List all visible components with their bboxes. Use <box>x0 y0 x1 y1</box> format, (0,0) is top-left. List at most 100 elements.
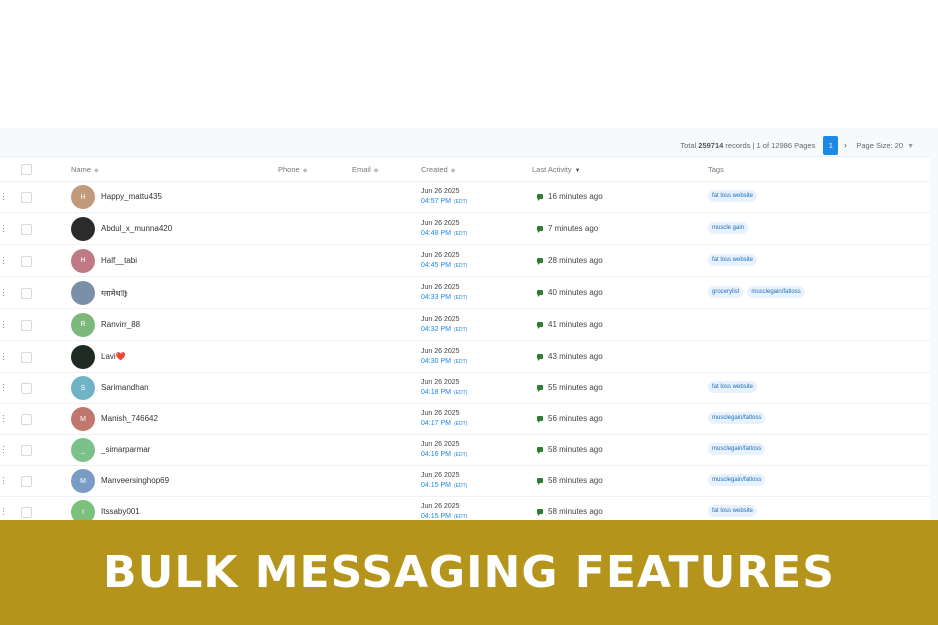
message-icon <box>537 416 543 423</box>
row-checkbox[interactable] <box>21 351 32 363</box>
contact-name[interactable]: Half__tabi <box>101 256 137 265</box>
contact-name[interactable]: Itssaby001 <box>101 507 140 516</box>
contact-name[interactable]: Lavi❤️ <box>101 352 126 361</box>
row-checkbox[interactable] <box>21 255 32 267</box>
contacts-table: Name ◆ Phone ◆ Email ◆ Created ◆ Last Activi… <box>0 156 930 520</box>
select-all-checkbox[interactable] <box>21 164 32 175</box>
message-icon <box>537 225 543 233</box>
kebab-menu-icon[interactable]: · · · <box>2 505 5 519</box>
tag-chip[interactable]: musclegain/fatloss <box>708 443 766 455</box>
avatar: _ <box>71 438 95 462</box>
table-body: · · · H Happy_mattu435 Jun 26 2025 04:57 P… <box>0 182 930 520</box>
column-header-email[interactable]: Email ◆ <box>352 165 378 174</box>
avatar: H <box>71 248 95 273</box>
row-checkbox[interactable] <box>21 287 32 299</box>
created-datetime: Jun 26 2025 04:32 PM (EDT) <box>421 315 468 333</box>
column-header-phone[interactable]: Phone ◆ <box>278 165 307 174</box>
table-row[interactable]: · · · _ _simarparmar Jun 26 2025 04:16 PM(… <box>0 435 930 466</box>
kebab-menu-icon[interactable]: · · · <box>2 190 5 204</box>
table-row[interactable]: · · · S Sarimandhan Jun 26 2025 04:18 PM (E… <box>0 373 930 404</box>
tags-cell: fat loss website <box>708 253 758 266</box>
kebab-menu-icon[interactable]: · · · <box>2 349 5 363</box>
row-checkbox[interactable] <box>21 414 32 425</box>
tag-chip[interactable]: fat loss website <box>708 253 758 266</box>
avatar: I <box>71 500 95 520</box>
kebab-menu-icon[interactable]: · · · <box>2 381 5 395</box>
tag-chip[interactable]: grocerylist <box>708 285 744 298</box>
tag-chip[interactable]: fat loss website <box>708 505 758 517</box>
contact-name[interactable]: ग्लामेथ♍ <box>101 288 128 299</box>
kebab-menu-icon[interactable]: · · · <box>2 474 5 488</box>
tag-chip[interactable]: musclegain/fatloss <box>708 412 766 424</box>
sort-icon: ◆ <box>450 168 456 174</box>
avatar: R <box>71 312 95 337</box>
tags-cell: fat loss website <box>708 505 758 517</box>
table-row[interactable]: · · · Lavi❤️ Jun 26 2025 04:30 PM (EDT) 43 … <box>0 341 930 373</box>
last-activity: 28 minutes ago <box>537 256 603 265</box>
kebab-menu-icon[interactable]: · · · <box>2 253 5 267</box>
contact-name[interactable]: Happy_mattu435 <box>101 192 162 201</box>
last-activity: 58 minutes ago <box>537 476 603 485</box>
message-icon <box>537 353 543 361</box>
table-row[interactable]: · · · R Ranvirr_88 Jun 26 2025 04:32 PM (ED… <box>0 309 930 341</box>
contact-name[interactable]: Sarimandhan <box>101 383 149 392</box>
row-checkbox[interactable] <box>21 192 32 203</box>
tags-cell: fat loss website <box>708 190 758 202</box>
avatar: H <box>71 185 95 209</box>
table-row[interactable]: · · · Abdul_x_munna420 Jun 26 2025 04:48 P… <box>0 213 930 245</box>
kebab-menu-icon[interactable]: · · · <box>2 221 5 235</box>
sort-icon: ◆ <box>373 168 379 174</box>
kebab-menu-icon[interactable]: · · · <box>2 412 5 426</box>
kebab-menu-icon[interactable]: · · · <box>2 317 5 331</box>
last-activity: 58 minutes ago <box>537 507 603 516</box>
tag-chip[interactable]: fat loss website <box>708 190 758 202</box>
last-activity: 7 minutes ago <box>537 224 598 233</box>
contact-name[interactable]: Manveersinghop69 <box>101 476 169 485</box>
tag-chip[interactable]: musclegain/fatloss <box>747 285 805 298</box>
row-checkbox[interactable] <box>21 223 32 235</box>
avatar <box>71 280 95 305</box>
table-header: Name ◆ Phone ◆ Email ◆ Created ◆ Last Activi… <box>0 157 930 182</box>
table-row[interactable]: · · · H Half__tabi Jun 26 2025 04:45 PM (ED… <box>0 245 930 277</box>
row-checkbox[interactable] <box>21 507 32 518</box>
kebab-menu-icon[interactable]: · · · <box>2 443 5 457</box>
created-datetime: Jun 26 2025 04:17 PM (EDT) <box>421 410 468 427</box>
chevron-right-icon[interactable]: › <box>838 140 852 150</box>
records-summary: Total 259714 records | 1 of 12986 Pages <box>680 140 816 150</box>
tag-chip[interactable]: fat loss website <box>708 381 758 393</box>
sort-icon: ◆ <box>94 168 99 174</box>
contact-name[interactable]: Abdul_x_munna420 <box>101 224 172 233</box>
message-icon <box>537 478 543 485</box>
tag-chip[interactable]: musclegain/fatloss <box>708 474 766 486</box>
table-row[interactable]: · · · M Manveersinghop69 Jun 26 2025 04:15… <box>0 466 930 497</box>
created-datetime: Jun 26 2025 04:33 PM (EDT) <box>421 283 468 301</box>
last-activity: 58 minutes ago <box>537 445 603 454</box>
tag-chip[interactable]: muscle gain <box>708 221 749 234</box>
message-icon <box>537 385 543 392</box>
row-checkbox[interactable] <box>21 445 32 456</box>
pagination-bar: Total 259714 records | 1 of 12986 Pages … <box>0 134 938 156</box>
table-row[interactable]: · · · H Happy_mattu435 Jun 26 2025 04:57 P… <box>0 182 930 213</box>
created-datetime: Jun 26 2025 04:45 PM (EDT) <box>421 251 468 269</box>
table-row[interactable]: · · · I Itssaby001 Jun 26 2025 04:15 PM (ED… <box>0 497 930 520</box>
row-checkbox[interactable] <box>21 476 32 487</box>
column-header-last-activity[interactable]: Last Activity ▼ <box>532 165 581 174</box>
avatar: M <box>71 469 95 493</box>
page-button-current[interactable]: 1 <box>823 135 839 155</box>
row-checkbox[interactable] <box>21 383 32 394</box>
table-row[interactable]: · · · ग्लामेथ♍ Jun 26 2025 04:33 PM (EDT) 4… <box>0 277 930 309</box>
page-size-select[interactable]: Page Size: 20 ▼ <box>856 141 914 150</box>
row-checkbox[interactable] <box>21 319 32 331</box>
contact-name[interactable]: Manish_746642 <box>101 414 158 423</box>
column-header-created[interactable]: Created ◆ <box>421 165 455 174</box>
column-header-name[interactable]: Name ◆ <box>71 165 99 174</box>
tags-cell: grocerylist musclegain/fatloss <box>708 285 805 298</box>
last-activity: 41 minutes ago <box>537 320 603 329</box>
contact-name[interactable]: Ranvirr_88 <box>101 320 140 329</box>
table-row[interactable]: · · · M Manish_746642 Jun 26 2025 04:17 PM… <box>0 404 930 435</box>
contact-name[interactable]: _simarparmar <box>101 445 150 454</box>
contacts-panel: Total 259714 records | 1 of 12986 Pages … <box>0 128 938 520</box>
message-icon <box>537 447 543 454</box>
kebab-menu-icon[interactable]: · · · <box>2 285 5 299</box>
tags-cell: musclegain/fatloss <box>708 412 766 424</box>
